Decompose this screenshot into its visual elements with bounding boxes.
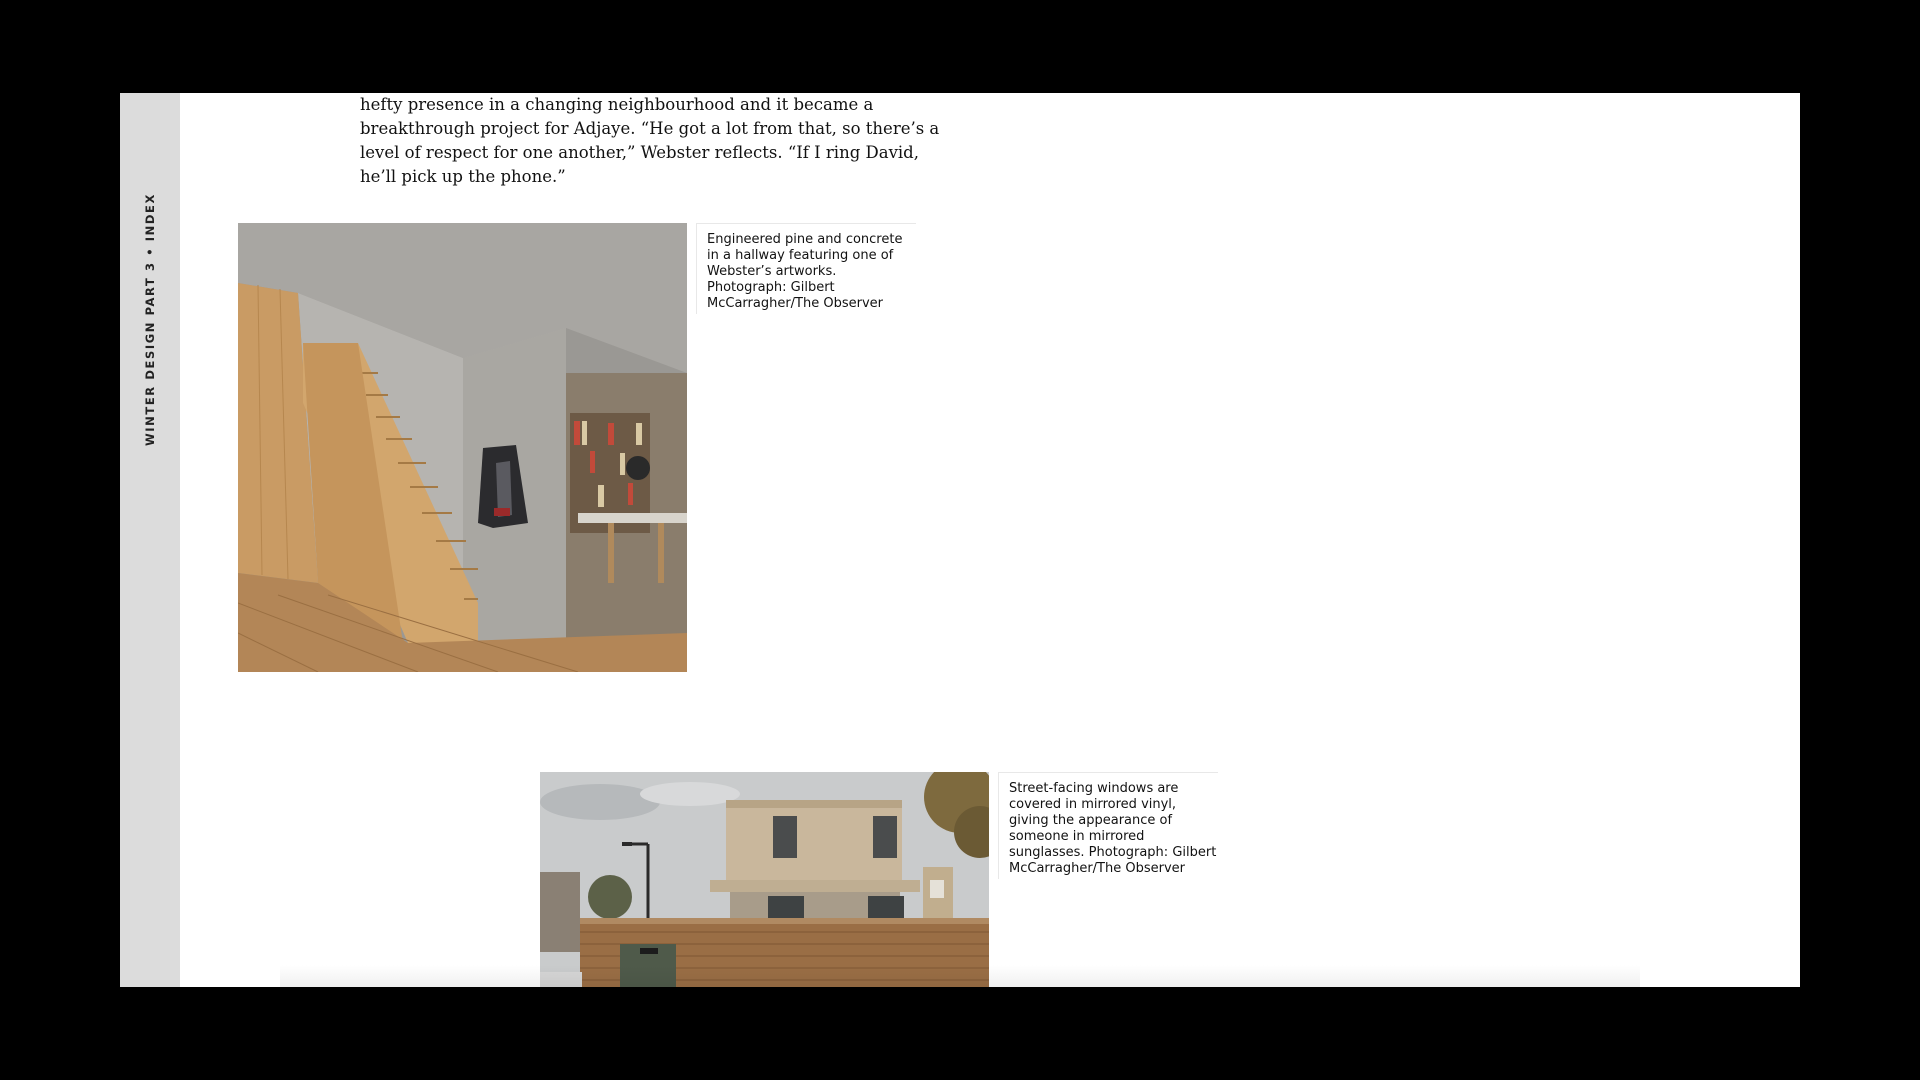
bottom-shadow — [280, 965, 1640, 987]
house-exterior-image — [540, 772, 989, 987]
interior-photo-caption: Engineered pine and concrete in a hallwa… — [696, 223, 916, 314]
figure-interior: Engineered pine and concrete in a hallwa… — [238, 223, 938, 673]
house-exterior-photo[interactable] — [540, 772, 989, 987]
exterior-photo-caption: Street-facing windows are covered in mir… — [998, 772, 1218, 879]
figure-exterior: Street-facing windows are covered in mir… — [540, 772, 1240, 987]
series-index-link[interactable]: WINTER DESIGN PART 3 • INDEX — [143, 193, 157, 446]
article-viewport: WINTER DESIGN PART 3 • INDEX hefty prese… — [120, 93, 1800, 987]
article-paragraph: hefty presence in a changing neighbourho… — [360, 95, 940, 186]
side-rail: WINTER DESIGN PART 3 • INDEX — [120, 93, 180, 987]
interior-staircase-photo[interactable] — [238, 223, 687, 672]
interior-staircase-image — [238, 223, 687, 672]
